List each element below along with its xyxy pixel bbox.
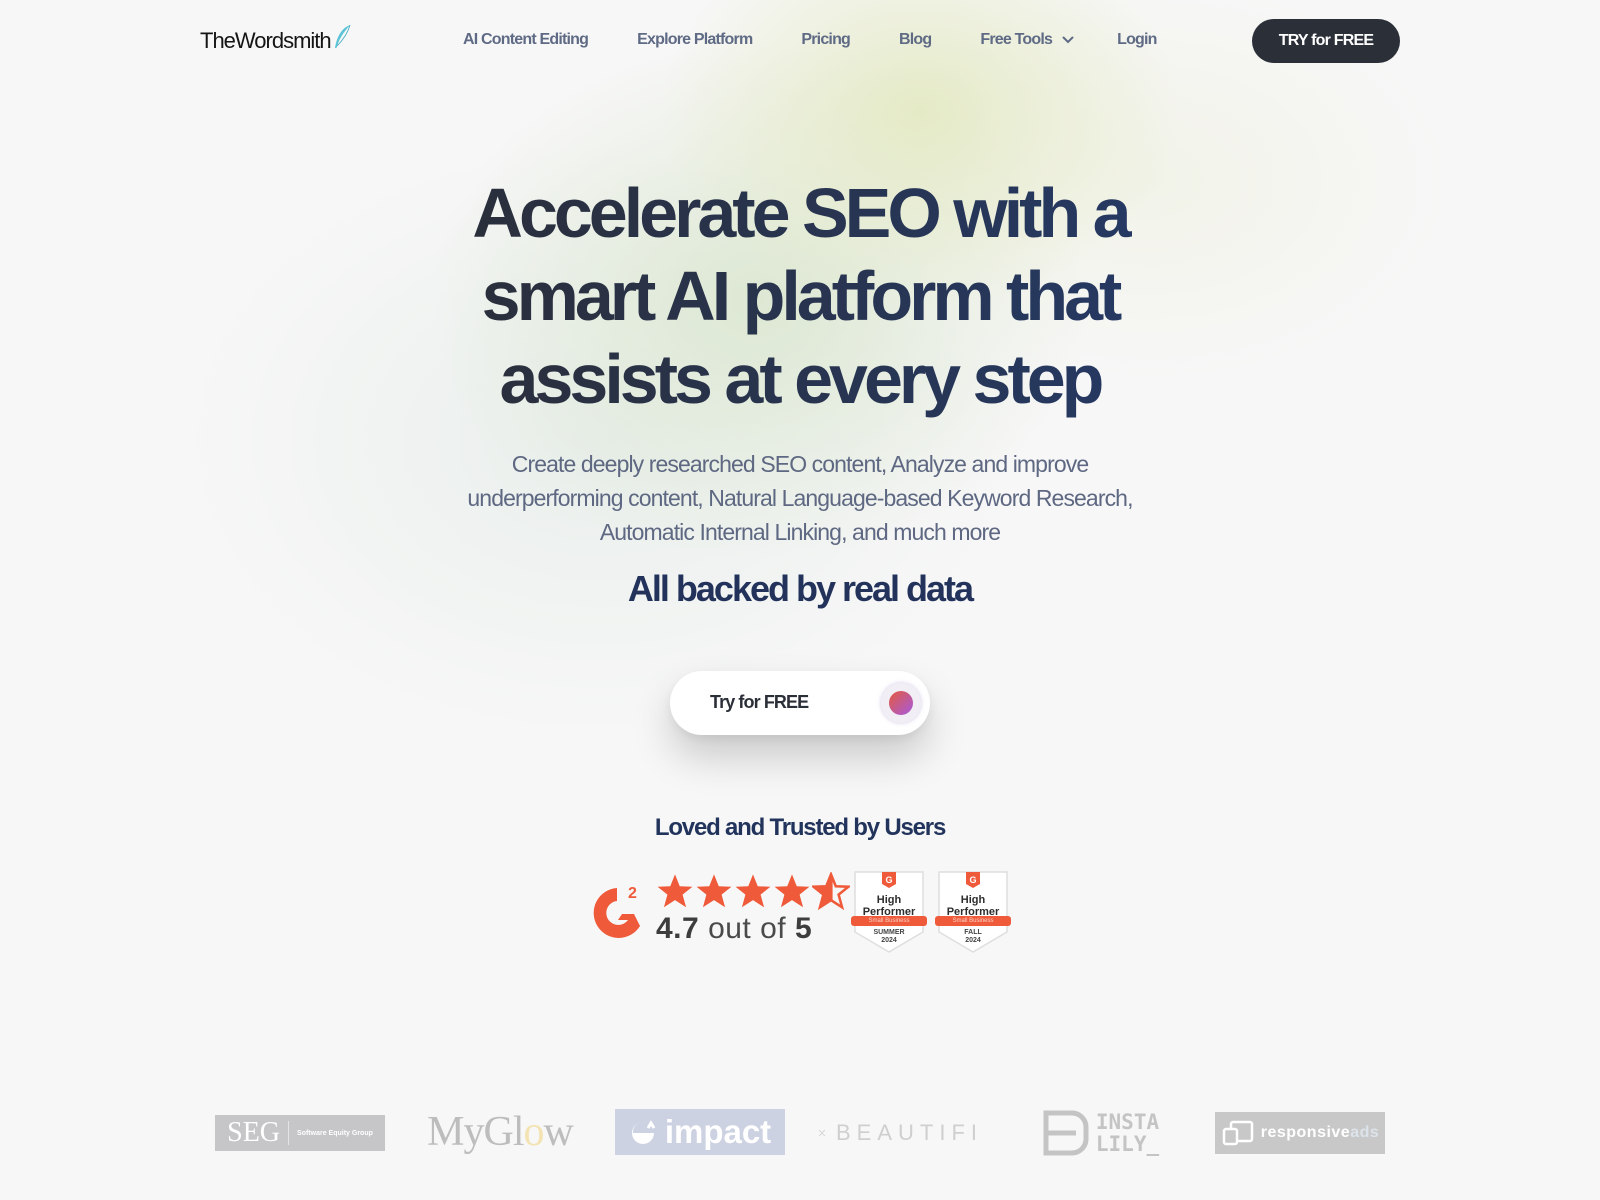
hero-title-line: Accelerate SEO with a — [472, 174, 1128, 252]
nav-link-label: Explore Platform — [637, 31, 753, 48]
myglow-part: MyGl — [427, 1109, 524, 1155]
nav-link-ai-content-editing[interactable]: AI Content Editing — [463, 31, 589, 49]
top-navigation: TheWordsmith AI Content Editing Explore … — [0, 0, 1600, 82]
badge-year: 2024 — [881, 937, 897, 944]
g2-badge-fall-2024: G High Performer Small Business FALL 202… — [935, 870, 1011, 954]
rating-value: 4.7 — [656, 912, 700, 945]
nav-link-pricing[interactable]: Pricing — [801, 31, 850, 49]
seg-wordmark: SEG — [227, 1117, 281, 1148]
gradient-orb-icon — [881, 683, 921, 723]
hero-tagline: All backed by real data — [627, 568, 974, 609]
seg-subtitle: Software Equity Group — [297, 1129, 373, 1137]
badge-season-label: SUMMER — [873, 929, 905, 936]
trust-heading: Loved and Trusted by Users — [654, 814, 946, 841]
nav-link-label: Free Tools — [980, 31, 1053, 48]
chevron-down-icon — [1062, 36, 1074, 44]
rating-max: 5 — [794, 912, 813, 945]
quill-icon — [334, 24, 351, 48]
client-logo-responsiveads: responsive ads — [1215, 1112, 1385, 1154]
hero-title-line: assists at every step — [499, 340, 1101, 418]
hero-subtitle-line: Automatic Internal Linking, and much mor… — [599, 519, 1001, 545]
hero-title-line: smart AI platform that — [481, 257, 1119, 335]
nav-link-login[interactable]: Login — [1117, 31, 1157, 49]
client-logo-seg: SEG Software Equity Group — [215, 1115, 385, 1151]
nav-links: AI Content Editing Explore Platform Pric… — [463, 31, 1206, 49]
instalily-line: INSTA — [1095, 1110, 1160, 1134]
badge-title: High Performer — [853, 894, 925, 918]
myglow-part: w — [543, 1109, 574, 1155]
star-filled-icon — [696, 874, 732, 908]
client-logo-impact: impact — [615, 1109, 785, 1155]
badge-title: High Performer — [937, 894, 1009, 918]
instalily-wordmark: INSTA LILY_ — [1096, 1111, 1159, 1155]
star-filled-icon — [774, 874, 810, 908]
client-logo-beautifi: BEAUTIFI — [818, 1115, 983, 1151]
g2-rating: 2 4.7 out of 5 — [584, 872, 850, 948]
client-logo-myglow: MyGl o w — [420, 1106, 580, 1158]
badge-line1: High — [960, 894, 986, 906]
brand-name: TheWordsmith — [200, 28, 332, 53]
star-filled-icon — [735, 874, 771, 908]
butterfly-icon — [818, 1129, 826, 1137]
star-filled-icon — [657, 874, 693, 908]
star-rating — [656, 872, 851, 910]
badge-line1: High — [876, 894, 902, 906]
instalily-line: LILY_ — [1095, 1132, 1160, 1156]
badge-season: SUMMER 2024 — [853, 929, 925, 945]
hero-subtitle-line: underperforming content, Natural Languag… — [467, 485, 1133, 511]
nav-link-label: AI Content Editing — [463, 31, 589, 48]
cta-label: Try for FREE — [710, 692, 809, 712]
hero-title: Accelerate SEO with a smart AI platform … — [0, 172, 1600, 421]
ads-wordmark: ads — [1350, 1124, 1380, 1141]
nav-link-label: Login — [1117, 31, 1157, 48]
seg-divider — [288, 1121, 290, 1145]
responsive-wordmark: responsive — [1260, 1124, 1351, 1141]
instalily-mark-icon — [1043, 1110, 1089, 1156]
svg-text:G: G — [885, 875, 892, 885]
myglow-o: o — [523, 1109, 545, 1155]
hero-subtitle: Create deeply researched SEO content, An… — [440, 447, 1160, 549]
client-logo-instalily: INSTA LILY_ — [1028, 1108, 1173, 1158]
rating-mid: out of — [708, 912, 787, 945]
try-for-free-nav-button[interactable]: TRY for FREE — [1252, 19, 1400, 63]
nav-link-label: Blog — [899, 31, 932, 48]
hero-subtitle-line: Create deeply researched SEO content, An… — [511, 451, 1089, 477]
nav-link-free-tools[interactable]: Free Tools — [980, 31, 1074, 49]
impact-mark-icon — [631, 1120, 656, 1144]
orb-core — [889, 691, 913, 715]
svg-text:G: G — [969, 875, 976, 885]
badge-segment: Small Business — [935, 916, 1011, 926]
brand-logo[interactable]: TheWordsmith — [200, 24, 352, 54]
beautifi-wordmark: BEAUTIFI — [835, 1120, 983, 1145]
nav-link-label: Pricing — [801, 31, 851, 48]
badge-segment: Small Business — [851, 916, 927, 926]
nav-link-explore-platform[interactable]: Explore Platform — [637, 31, 753, 49]
try-for-free-hero-button[interactable]: Try for FREE — [670, 671, 930, 735]
rating-text: 4.7 out of 5 — [656, 912, 812, 946]
impact-wordmark: impact — [664, 1113, 772, 1150]
client-logos: SEG Software Equity Group MyGl o w impact … — [0, 1100, 1600, 1170]
devices-icon — [1222, 1120, 1253, 1146]
badge-season-label: FALL — [964, 929, 982, 936]
svg-text:2: 2 — [628, 885, 637, 902]
nav-link-blog[interactable]: Blog — [899, 31, 932, 49]
badge-year: 2024 — [965, 937, 981, 944]
g2-badge-summer-2024: G High Performer Small Business SUMMER 2… — [851, 870, 927, 954]
star-partial-icon — [812, 872, 850, 910]
badge-season: FALL 2024 — [937, 929, 1009, 945]
g2-logo-icon: 2 — [593, 885, 640, 938]
